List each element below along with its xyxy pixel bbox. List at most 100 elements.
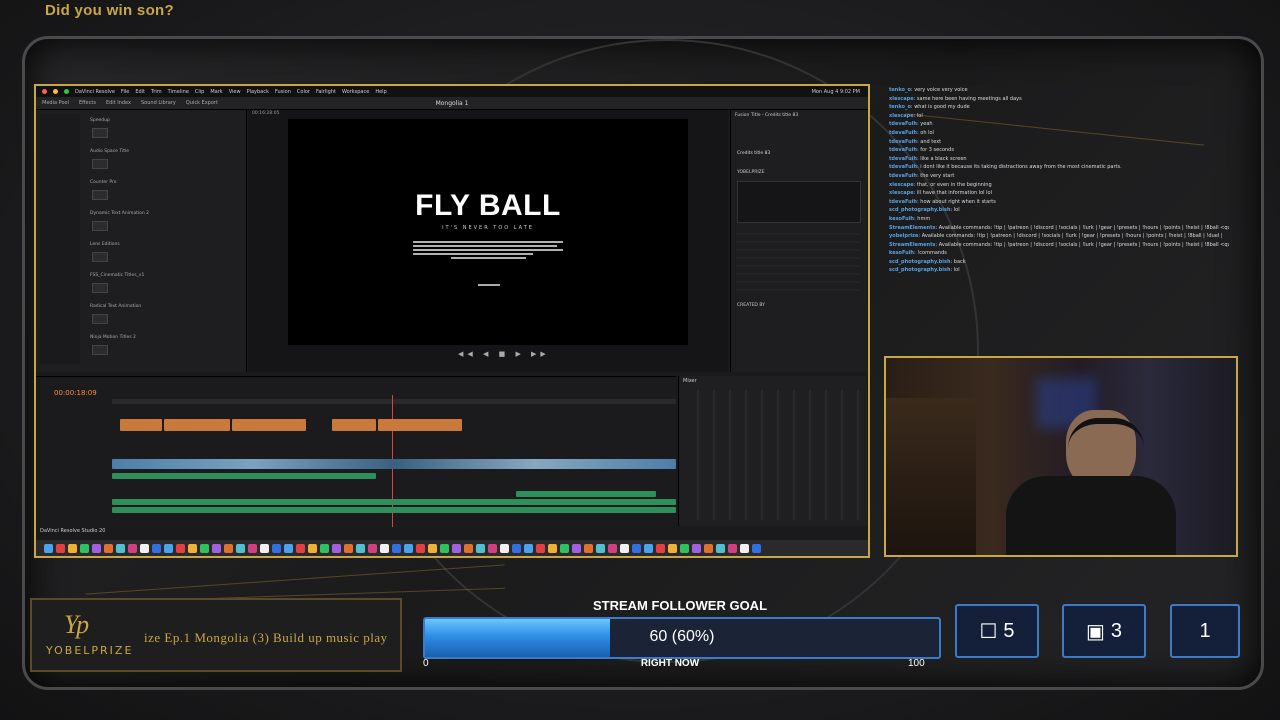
- effect-item-label[interactable]: Speedup: [90, 118, 110, 123]
- toolbar-button[interactable]: Media Pool: [42, 100, 69, 106]
- effect-item-label[interactable]: Radical Text Animation: [90, 304, 141, 309]
- effect-thumbnail[interactable]: [92, 128, 108, 138]
- effect-item-label[interactable]: Counter Pro: [90, 180, 117, 185]
- dock-app-icon[interactable]: [452, 543, 461, 553]
- dock-app-icon[interactable]: [752, 543, 761, 553]
- menu-item[interactable]: Edit: [135, 89, 145, 95]
- dock-app-icon[interactable]: [332, 543, 341, 553]
- toolbar-button[interactable]: Effects: [79, 100, 96, 106]
- audio-clip[interactable]: [112, 507, 676, 513]
- mixer-channels[interactable]: [683, 390, 863, 520]
- dock-app-icon[interactable]: [392, 543, 401, 553]
- dock-app-icon[interactable]: [512, 543, 521, 553]
- inspector-parameters[interactable]: [737, 227, 861, 297]
- dock-app-icon[interactable]: [632, 543, 641, 553]
- timeline-ruler[interactable]: [112, 399, 676, 404]
- effect-thumbnail[interactable]: [92, 221, 108, 231]
- effect-thumbnail[interactable]: [92, 252, 108, 262]
- clip[interactable]: [378, 419, 462, 431]
- effect-item-label[interactable]: Dynamic Text Animation 2: [90, 211, 149, 216]
- dock-app-icon[interactable]: [56, 543, 65, 553]
- dock-app-icon[interactable]: [656, 543, 665, 553]
- dock-app-icon[interactable]: [200, 543, 209, 553]
- transport-controls[interactable]: ◀◀ ◀ ■ ▶ ▶▶: [458, 350, 550, 358]
- dock-app-icon[interactable]: [284, 543, 293, 553]
- dock-app-icon[interactable]: [680, 543, 689, 553]
- dock-app-icon[interactable]: [380, 543, 389, 553]
- dock-app-icon[interactable]: [560, 543, 569, 553]
- timeline-panel[interactable]: 00:00:18:09: [36, 376, 676, 527]
- dock-app-icon[interactable]: [368, 543, 377, 553]
- effect-item-label[interactable]: Audio Space Title: [90, 149, 129, 154]
- menu-item[interactable]: Clip: [195, 89, 204, 95]
- menu-item[interactable]: Playback: [247, 89, 269, 95]
- toolbar-button[interactable]: Sound Library: [141, 100, 176, 106]
- dock-app-icon[interactable]: [596, 543, 605, 553]
- dock-app-icon[interactable]: [176, 543, 185, 553]
- dock-app-icon[interactable]: [692, 543, 701, 553]
- dock-app-icon[interactable]: [740, 543, 749, 553]
- clip[interactable]: [232, 419, 306, 431]
- effect-item-label[interactable]: FSS_Cinematic Titles_v1: [90, 273, 144, 278]
- dock-app-icon[interactable]: [308, 543, 317, 553]
- effect-thumbnail[interactable]: [92, 159, 108, 169]
- dock-app-icon[interactable]: [224, 543, 233, 553]
- clip[interactable]: [332, 419, 376, 431]
- mixer-panel[interactable]: Mixer: [678, 376, 867, 526]
- zoom-dot-icon[interactable]: [64, 89, 69, 94]
- clip[interactable]: [120, 419, 162, 431]
- text-field[interactable]: [737, 181, 861, 223]
- dock-app-icon[interactable]: [248, 543, 257, 553]
- mac-dock[interactable]: [36, 540, 868, 556]
- dock-app-icon[interactable]: [404, 543, 413, 553]
- audio-clip[interactable]: [112, 499, 676, 505]
- menu-item[interactable]: View: [229, 89, 241, 95]
- menu-item[interactable]: Timeline: [168, 89, 189, 95]
- menu-item[interactable]: Fusion: [275, 89, 291, 95]
- dock-app-icon[interactable]: [428, 543, 437, 553]
- dock-app-icon[interactable]: [44, 543, 53, 553]
- dock-app-icon[interactable]: [164, 543, 173, 553]
- dock-app-icon[interactable]: [476, 543, 485, 553]
- effect-thumbnail[interactable]: [92, 283, 108, 293]
- menu-item[interactable]: File: [121, 89, 129, 95]
- toolbar-button[interactable]: Edit Index: [106, 100, 131, 106]
- dock-app-icon[interactable]: [320, 543, 329, 553]
- menu-item[interactable]: Mark: [210, 89, 222, 95]
- dock-app-icon[interactable]: [140, 543, 149, 553]
- dock-app-icon[interactable]: [104, 543, 113, 553]
- menu-item[interactable]: Fairlight: [316, 89, 336, 95]
- dock-app-icon[interactable]: [728, 543, 737, 553]
- dock-app-icon[interactable]: [524, 543, 533, 553]
- dock-app-icon[interactable]: [440, 543, 449, 553]
- dock-app-icon[interactable]: [296, 543, 305, 553]
- minimize-dot-icon[interactable]: [53, 89, 58, 94]
- dock-app-icon[interactable]: [488, 543, 497, 553]
- dock-app-icon[interactable]: [608, 543, 617, 553]
- effect-thumbnail[interactable]: [92, 314, 108, 324]
- dock-app-icon[interactable]: [356, 543, 365, 553]
- dock-app-icon[interactable]: [716, 543, 725, 553]
- dock-app-icon[interactable]: [500, 543, 509, 553]
- dock-app-icon[interactable]: [584, 543, 593, 553]
- menu-item[interactable]: Trim: [151, 89, 162, 95]
- dock-app-icon[interactable]: [212, 543, 221, 553]
- resolve-window[interactable]: DaVinci Resolve File Edit Trim Timeline Clip M…: [34, 84, 870, 558]
- dock-app-icon[interactable]: [344, 543, 353, 553]
- menu-item[interactable]: Help: [375, 89, 386, 95]
- menu-item[interactable]: DaVinci Resolve: [75, 89, 115, 95]
- effect-item-label[interactable]: Ninja Motion Titles 2: [90, 335, 136, 340]
- dock-app-icon[interactable]: [116, 543, 125, 553]
- dock-app-icon[interactable]: [260, 543, 269, 553]
- dock-app-icon[interactable]: [272, 543, 281, 553]
- effect-thumbnail[interactable]: [92, 345, 108, 355]
- program-viewer[interactable]: FLY BALL IT'S NEVER TOO LATE: [288, 119, 688, 345]
- dock-app-icon[interactable]: [620, 543, 629, 553]
- dock-app-icon[interactable]: [536, 543, 545, 553]
- dock-app-icon[interactable]: [152, 543, 161, 553]
- dock-app-icon[interactable]: [416, 543, 425, 553]
- video-clip-strip[interactable]: [112, 459, 676, 469]
- menu-item[interactable]: Color: [297, 89, 310, 95]
- dock-app-icon[interactable]: [236, 543, 245, 553]
- toolbar-button[interactable]: Quick Export: [186, 100, 218, 106]
